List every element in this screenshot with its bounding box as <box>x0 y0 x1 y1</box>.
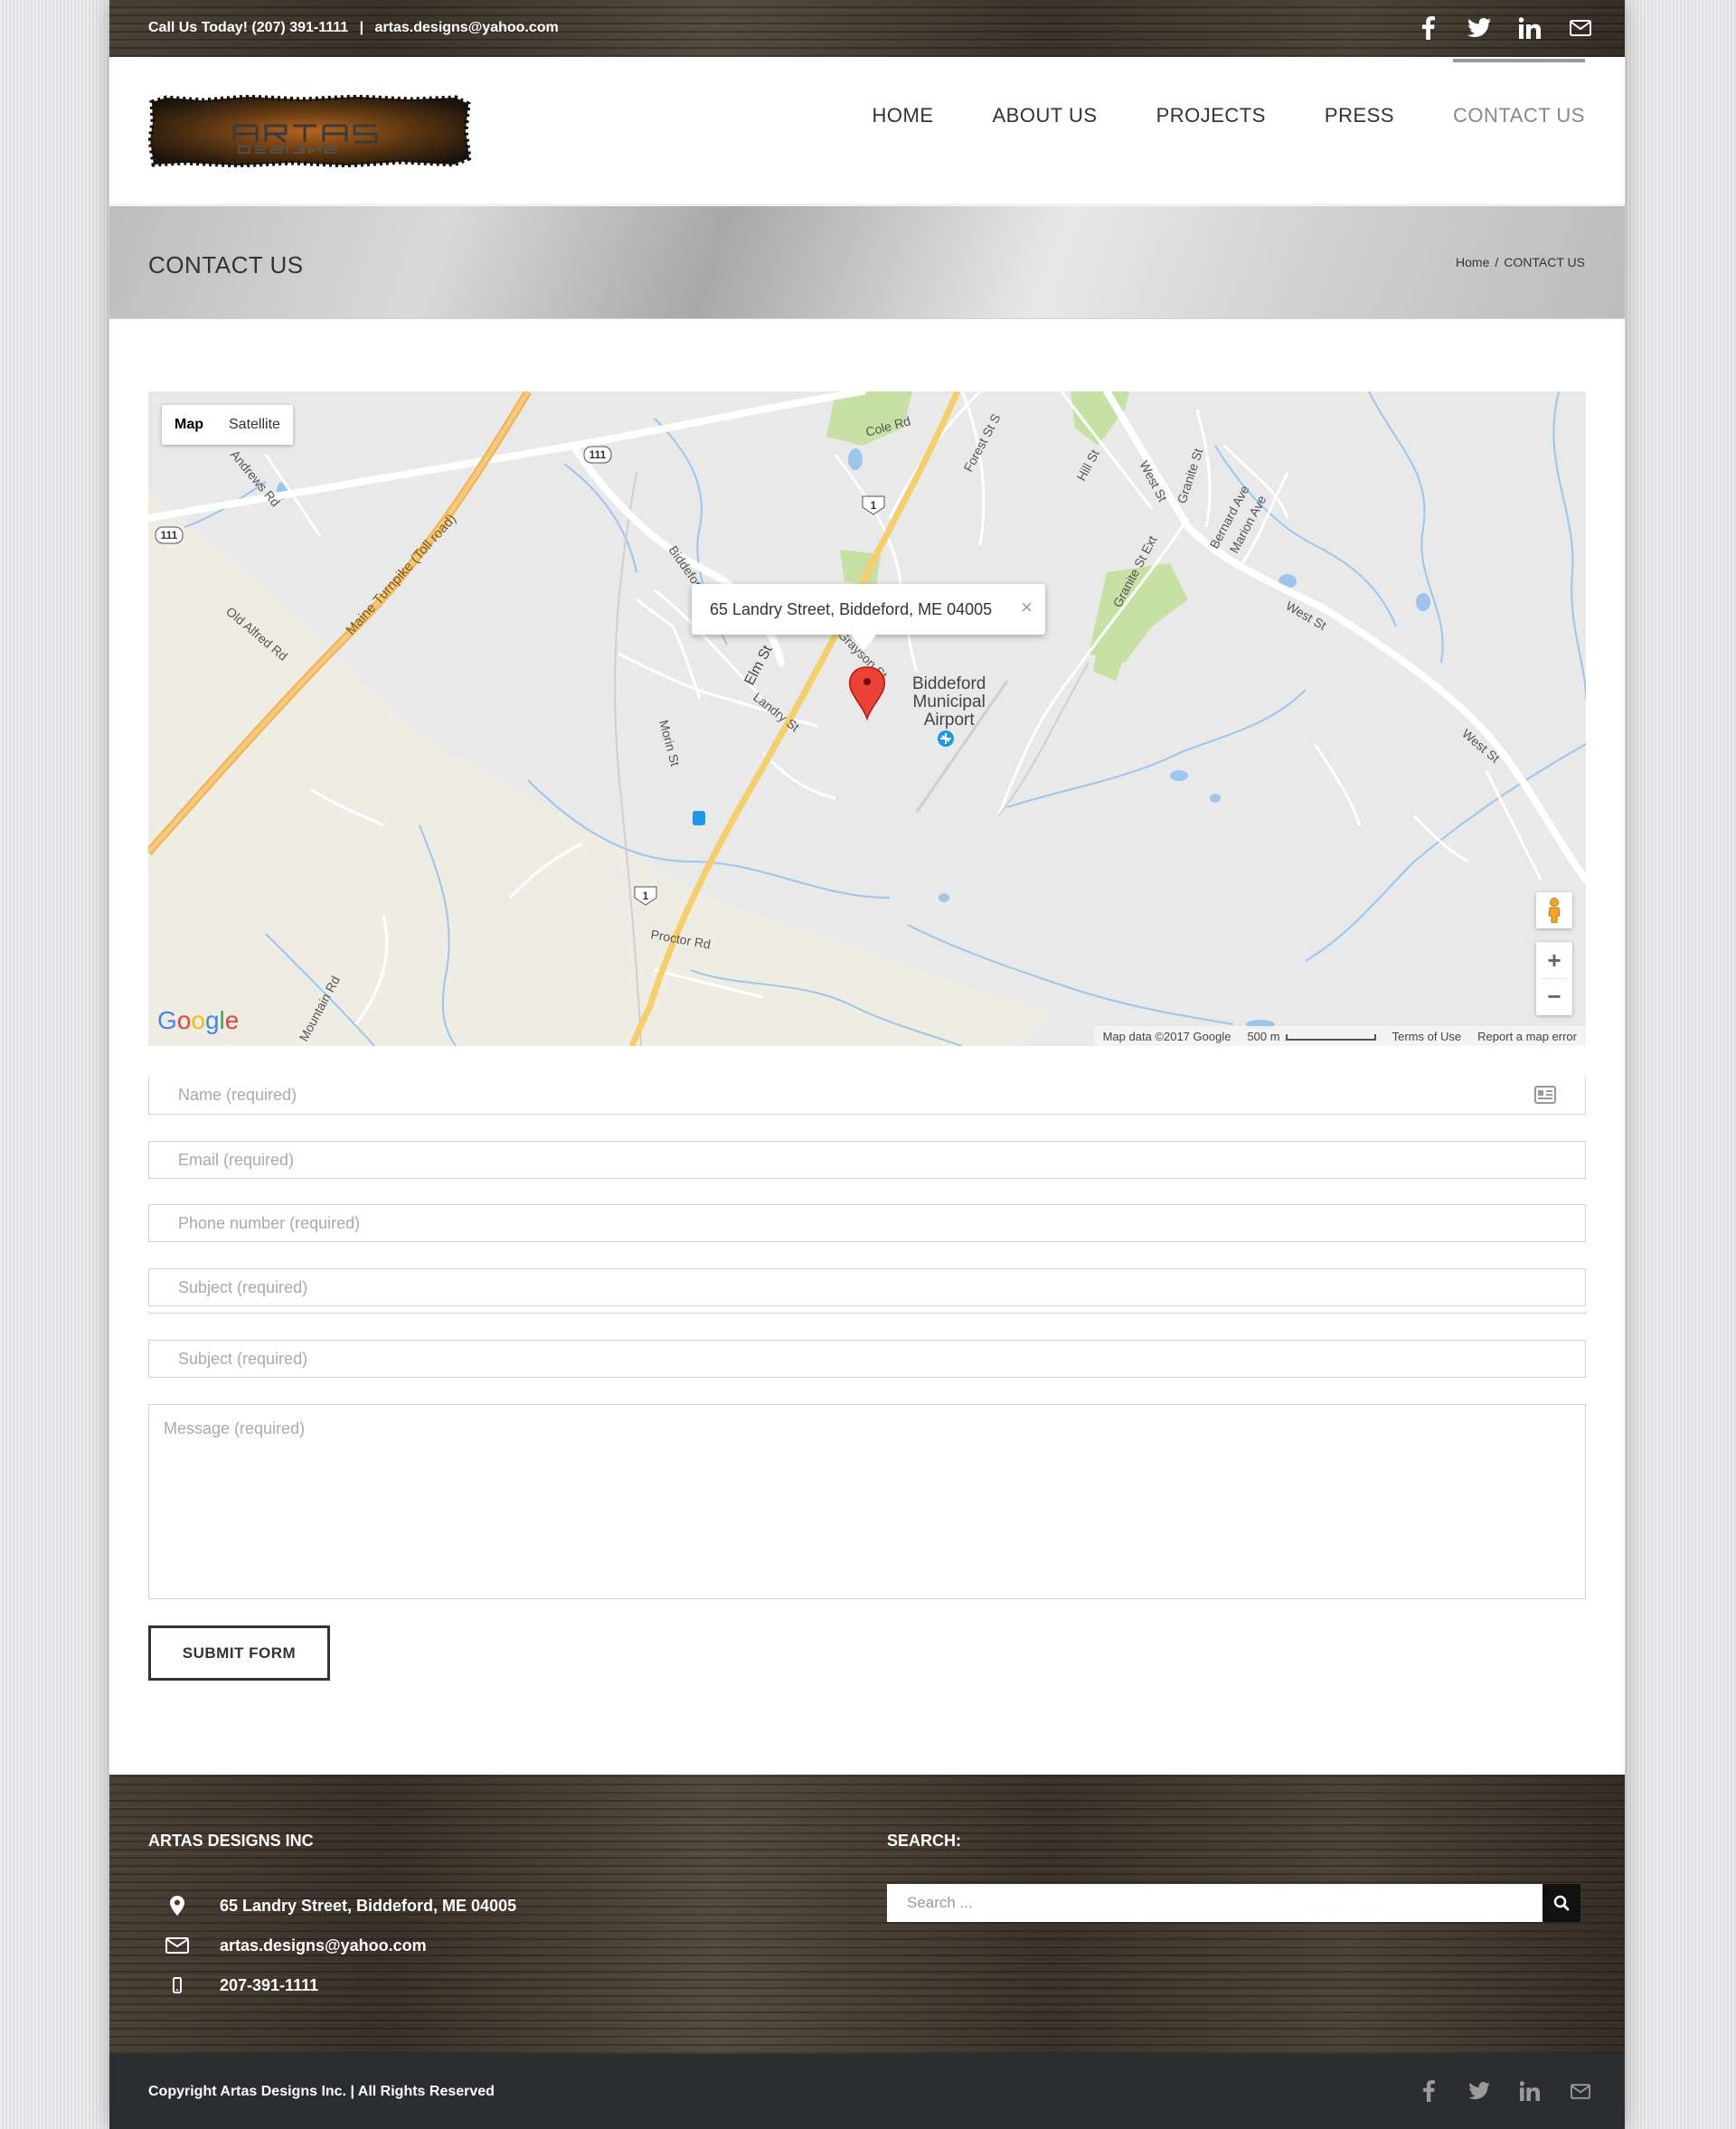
linkedin-icon[interactable] <box>1518 16 1542 40</box>
breadcrumb-current: CONTACT US <box>1504 255 1585 269</box>
field-divider <box>148 1311 1586 1314</box>
top-separator: | <box>359 20 364 35</box>
breadcrumb-home-link[interactable]: Home <box>1456 255 1489 269</box>
shield-111-b: 111 <box>161 529 178 542</box>
mobile-phone-icon <box>162 1977 193 1993</box>
copyright-bar: Copyright Artas Designs Inc. | All Right… <box>109 2054 1625 2129</box>
contact-card-icon[interactable] <box>1534 1086 1556 1108</box>
site-logo[interactable] <box>147 94 472 168</box>
facebook-icon[interactable] <box>1417 2079 1440 2103</box>
name-input[interactable] <box>149 1077 1585 1114</box>
footer-phone-row: 207-391-1111 <box>162 1965 516 2005</box>
map-scale-bar <box>1285 1033 1376 1041</box>
zoom-control: + − <box>1536 942 1572 1015</box>
header: HOME ABOUT US PROJECTS PRESS CONTACT US <box>109 57 1625 205</box>
footer: ARTAS DESIGNS INC 65 Landry Street, Bidd… <box>109 1775 1625 2054</box>
map-terms-link[interactable]: Terms of Use <box>1392 1030 1462 1043</box>
message-textarea[interactable] <box>149 1405 1585 1598</box>
search-button[interactable] <box>1543 1884 1580 1922</box>
airport-label-line3: Airport <box>923 711 975 730</box>
page-container: Call Us Today! (207) 391-1111 | artas.de… <box>109 0 1625 2129</box>
footer-search-heading: SEARCH: <box>887 1832 962 1850</box>
copyright-text: Copyright Artas Designs Inc. | All Right… <box>148 2084 495 2099</box>
phone-input[interactable] <box>149 1205 1585 1241</box>
footer-email-link[interactable]: artas.designs@yahoo.com <box>220 1936 427 1955</box>
nav-home[interactable]: HOME <box>873 102 934 129</box>
shield-1-b: 1 <box>643 890 649 902</box>
linkedin-icon[interactable] <box>1518 2079 1542 2103</box>
airport-label: Biddeford Municipal Airport <box>912 675 986 730</box>
map-data-credit: Map data ©2017 Google <box>1102 1029 1231 1043</box>
shield-111-a: 111 <box>590 448 607 461</box>
email-field[interactable] <box>148 1141 1586 1179</box>
facebook-icon[interactable] <box>1417 16 1440 40</box>
info-window-address: 65 Landry Street, Biddeford, ME 04005 <box>710 600 993 618</box>
close-icon[interactable]: × <box>1021 596 1033 619</box>
map-scale-label: 500 m <box>1247 1029 1280 1043</box>
footer-address: 65 Landry Street, Biddeford, ME 04005 <box>220 1896 517 1915</box>
zoom-in-button[interactable]: + <box>1547 942 1561 978</box>
top-phone: Call Us Today! (207) 391-1111 <box>148 20 349 35</box>
envelope-icon <box>162 1937 193 1954</box>
map-canvas: 111 111 1 1 Cole Rd Forest St S Hill St … <box>148 391 1586 1046</box>
search-icon <box>1553 1895 1570 1911</box>
mail-icon[interactable] <box>1569 2079 1592 2103</box>
breadcrumb: Home / CONTACT US <box>1456 255 1585 269</box>
airport-label-line2: Municipal <box>912 692 986 711</box>
map-marker-icon <box>162 1896 193 1916</box>
phone-field[interactable] <box>148 1204 1586 1242</box>
search-input[interactable] <box>887 1884 1543 1922</box>
airport-label-line1: Biddeford <box>912 674 986 693</box>
map-type-control: Map Satellite <box>162 405 293 445</box>
twitter-icon[interactable] <box>1467 2079 1491 2103</box>
email-input[interactable] <box>149 1142 1585 1178</box>
info-window-tail <box>851 635 876 651</box>
twitter-icon[interactable] <box>1467 16 1491 40</box>
nav-projects[interactable]: PROJECTS <box>1156 102 1266 129</box>
map-footer: Map data ©2017 Google 500 m Terms of Use… <box>1093 1026 1586 1046</box>
footer-search <box>887 1884 1580 1922</box>
top-social-links <box>1417 16 1592 40</box>
main-nav: HOME ABOUT US PROJECTS PRESS CONTACT US <box>873 59 1586 129</box>
subject-field-1[interactable] <box>148 1268 1586 1306</box>
footer-address-row: 65 Landry Street, Biddeford, ME 04005 <box>162 1886 516 1926</box>
top-contact-info: Call Us Today! (207) 391-1111 | artas.de… <box>148 20 559 36</box>
footer-company-heading: ARTAS DESIGNS INC <box>148 1832 314 1850</box>
map-scale[interactable]: 500 m <box>1247 1029 1376 1043</box>
nav-contact-us[interactable]: CONTACT US <box>1453 59 1585 129</box>
map-info-window: 65 Landry Street, Biddeford, ME 04005 × <box>692 584 1045 651</box>
street-view-pegman-icon[interactable] <box>1536 892 1572 928</box>
footer-contact-list: 65 Landry Street, Biddeford, ME 04005 ar… <box>162 1886 516 2005</box>
footer-phone: 207-391-1111 <box>220 1975 319 1994</box>
page-title-bar: CONTACT US Home / CONTACT US <box>109 206 1625 319</box>
message-field[interactable] <box>148 1404 1586 1599</box>
mail-icon[interactable] <box>1569 16 1592 40</box>
google-map[interactable]: 111 111 1 1 Cole Rd Forest St S Hill St … <box>148 391 1586 1046</box>
nav-about-us[interactable]: ABOUT US <box>993 102 1098 129</box>
page-title: CONTACT US <box>148 251 304 278</box>
nav-press[interactable]: PRESS <box>1325 102 1394 129</box>
google-logo: Google <box>157 1005 248 1042</box>
footer-email-row: artas.designs@yahoo.com <box>162 1926 516 1965</box>
submit-form-button[interactable]: SUBMIT FORM <box>148 1625 330 1681</box>
subject-field-2[interactable] <box>148 1340 1586 1378</box>
top-email-link[interactable]: artas.designs@yahoo.com <box>375 20 559 36</box>
top-bar: Call Us Today! (207) 391-1111 | artas.de… <box>109 0 1625 57</box>
map-type-map-button[interactable]: Map <box>162 405 216 445</box>
subject-input-2[interactable] <box>149 1341 1585 1377</box>
map-type-satellite-button[interactable]: Satellite <box>216 405 293 445</box>
bottom-social-links <box>1417 2079 1592 2103</box>
breadcrumb-separator: / <box>1495 255 1499 269</box>
map-report-error-link[interactable]: Report a map error <box>1477 1030 1577 1043</box>
name-field[interactable] <box>148 1077 1586 1115</box>
zoom-out-button[interactable]: − <box>1547 979 1561 1015</box>
subject-input-1[interactable] <box>149 1269 1585 1305</box>
svg-text:Google: Google <box>157 1006 239 1034</box>
shield-1-a: 1 <box>871 499 877 512</box>
